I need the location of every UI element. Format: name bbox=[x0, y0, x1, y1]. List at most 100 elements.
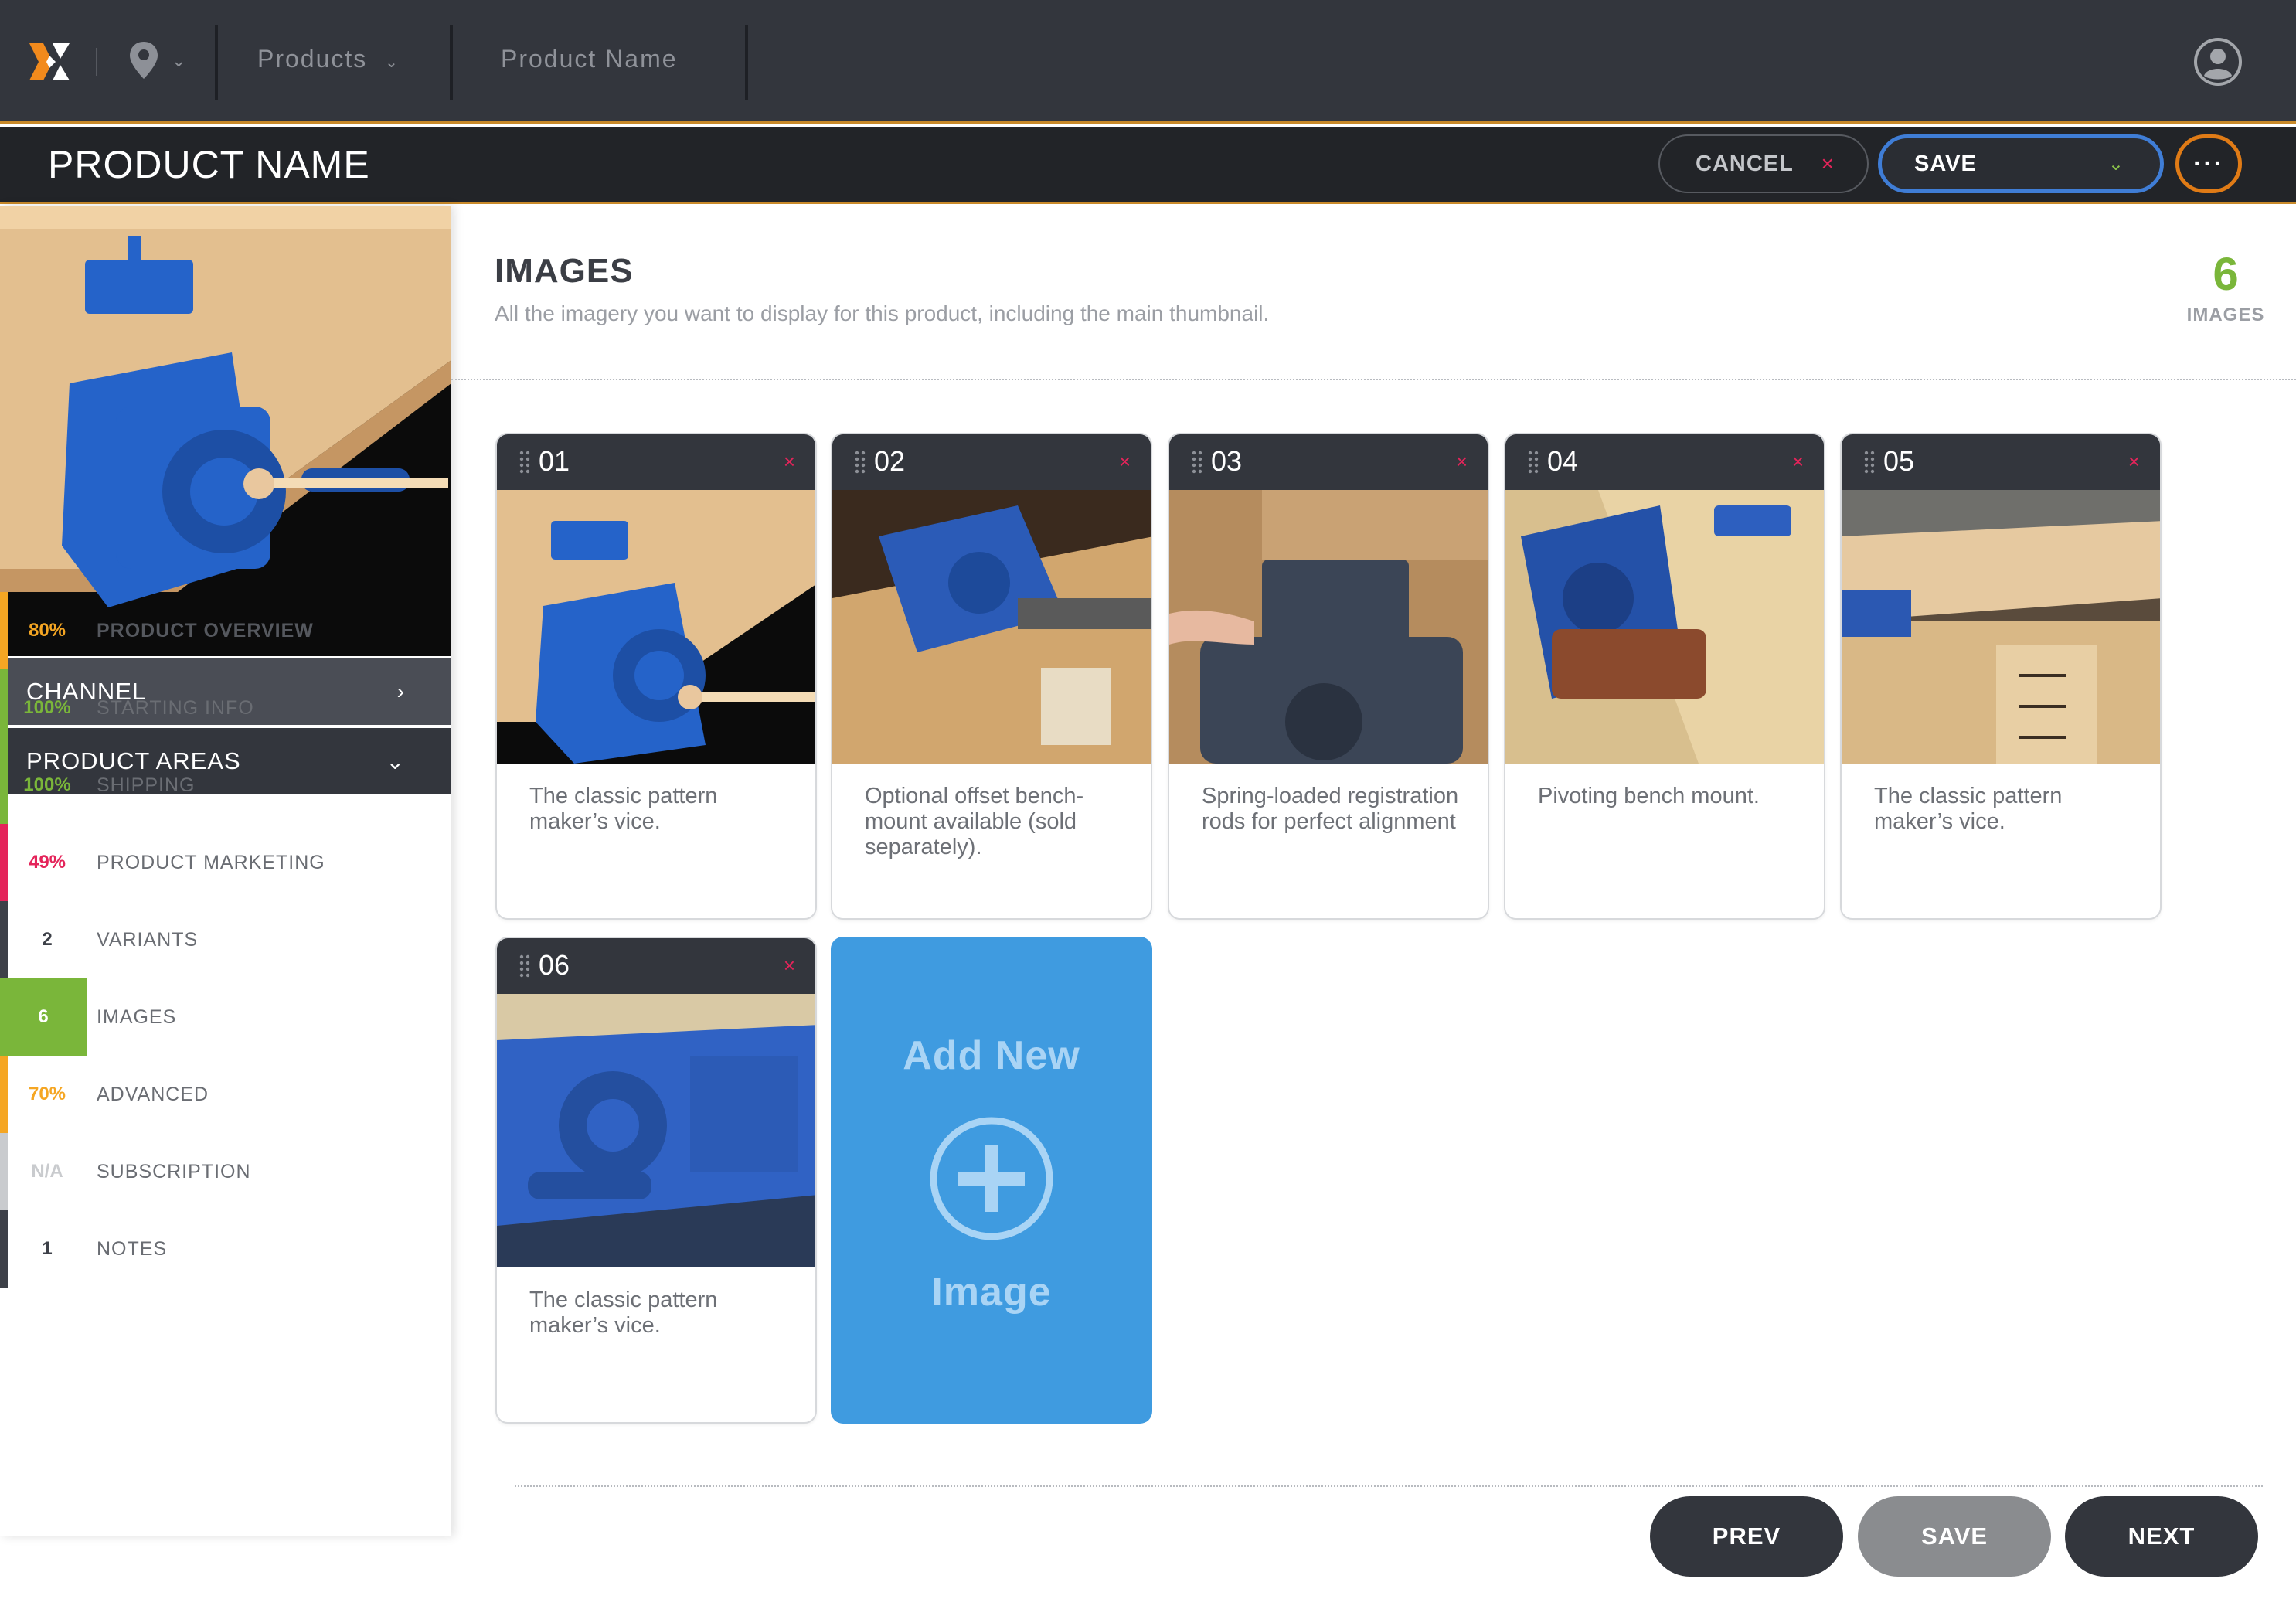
logo-separator bbox=[96, 48, 97, 76]
cancel-button[interactable]: CANCEL × bbox=[1658, 134, 1869, 193]
image-card-header: 06 × bbox=[497, 938, 815, 994]
product-sidebar: CHANNEL › PRODUCT AREAS ⌄ 80% PRODUCT OVE… bbox=[0, 206, 451, 1536]
drag-handle-icon[interactable] bbox=[519, 954, 531, 978]
prev-button[interactable]: PREV bbox=[1650, 1496, 1843, 1577]
products-menu[interactable]: Products ⌄ bbox=[257, 45, 400, 73]
image-card[interactable]: 01 × The classic pattern maker’s vice. bbox=[495, 433, 817, 920]
save-button-label: SAVE bbox=[1914, 151, 1977, 176]
drag-handle-icon[interactable] bbox=[854, 450, 866, 475]
area-label: IMAGES bbox=[97, 1005, 177, 1028]
area-status-bar bbox=[0, 901, 8, 978]
remove-image-icon[interactable]: × bbox=[784, 954, 795, 978]
image-card[interactable]: 05 × The classic pattern maker’s vice. bbox=[1840, 433, 2162, 920]
user-account-icon[interactable] bbox=[2193, 37, 2243, 87]
product-area-item[interactable]: 100% SHIPPING bbox=[0, 747, 451, 824]
location-pin-icon[interactable] bbox=[128, 40, 159, 80]
drag-handle-icon[interactable] bbox=[519, 450, 531, 475]
remove-image-icon[interactable]: × bbox=[1119, 450, 1131, 474]
image-number: 01 bbox=[539, 445, 570, 477]
cancel-button-label: CANCEL bbox=[1696, 151, 1794, 176]
image-caption[interactable]: Optional offset bench-mount available (s… bbox=[865, 784, 1135, 860]
product-area-item[interactable]: 70% ADVANCED bbox=[0, 1056, 451, 1133]
add-new-image-card[interactable]: Add New Image bbox=[831, 937, 1152, 1424]
image-caption[interactable]: The classic pattern maker’s vice. bbox=[529, 784, 800, 835]
area-label: SUBSCRIPTION bbox=[97, 1160, 251, 1182]
area-label: NOTES bbox=[97, 1237, 168, 1260]
image-card-header: 02 × bbox=[832, 434, 1151, 490]
image-thumbnail[interactable] bbox=[1505, 490, 1824, 764]
image-card-header: 05 × bbox=[1842, 434, 2160, 490]
product-area-item[interactable]: 6 IMAGES bbox=[0, 978, 451, 1056]
image-thumbnail[interactable] bbox=[832, 490, 1151, 764]
image-count-label: IMAGES bbox=[2186, 305, 2265, 325]
area-progress-value: N/A bbox=[31, 1161, 63, 1182]
save-dropdown-button[interactable]: SAVE ⌄ bbox=[1878, 134, 2164, 193]
area-status-bar bbox=[0, 1210, 8, 1288]
section-title: IMAGES bbox=[495, 252, 634, 290]
remove-image-icon[interactable]: × bbox=[1792, 450, 1804, 474]
area-progress-value: 100% bbox=[23, 697, 71, 718]
brand-logo[interactable] bbox=[26, 40, 73, 83]
nav-divider bbox=[450, 25, 453, 100]
image-number: 02 bbox=[874, 445, 906, 477]
image-card-header: 04 × bbox=[1505, 434, 1824, 490]
section-description: All the imagery you want to display for … bbox=[495, 301, 1270, 325]
product-area-item[interactable]: 100% STARTING INFO bbox=[0, 669, 451, 747]
image-card-header: 01 × bbox=[497, 434, 815, 490]
image-caption[interactable]: The classic pattern maker’s vice. bbox=[529, 1288, 800, 1339]
image-card[interactable]: 02 × Optional offset bench-mount available… bbox=[831, 433, 1152, 920]
area-status-bar bbox=[0, 669, 8, 747]
area-progress-value: 70% bbox=[28, 1084, 66, 1104]
area-label: VARIANTS bbox=[97, 928, 199, 951]
add-image-label: Image bbox=[931, 1270, 1052, 1315]
area-progress-value: 100% bbox=[23, 774, 71, 795]
image-thumbnail[interactable] bbox=[497, 994, 815, 1267]
area-progress-value: 49% bbox=[28, 852, 66, 873]
remove-image-icon[interactable]: × bbox=[1456, 450, 1468, 474]
chevron-down-icon[interactable]: ⌄ bbox=[172, 51, 185, 71]
products-menu-label: Products bbox=[257, 45, 368, 73]
image-caption[interactable]: Pivoting bench mount. bbox=[1538, 784, 1808, 809]
drag-handle-icon[interactable] bbox=[1863, 450, 1876, 475]
remove-image-icon[interactable]: × bbox=[784, 450, 795, 474]
area-label: ADVANCED bbox=[97, 1083, 209, 1105]
image-caption[interactable]: The classic pattern maker’s vice. bbox=[1874, 784, 2145, 835]
page-header: PRODUCT NAME CANCEL × SAVE ⌄ ··· bbox=[0, 127, 2296, 204]
nav-divider bbox=[215, 25, 218, 100]
product-area-item[interactable]: 2 VARIANTS bbox=[0, 901, 451, 978]
remove-image-icon[interactable]: × bbox=[2128, 450, 2140, 474]
image-card[interactable]: 04 × Pivoting bench mount. bbox=[1504, 433, 1825, 920]
area-label: SHIPPING bbox=[97, 774, 196, 796]
area-progress-value: 1 bbox=[42, 1238, 53, 1259]
add-circle-icon bbox=[930, 1117, 1053, 1240]
image-count: 6 bbox=[2213, 248, 2239, 300]
next-button[interactable]: NEXT bbox=[2065, 1496, 2258, 1577]
product-area-item[interactable]: 49% PRODUCT MARKETING bbox=[0, 824, 451, 901]
area-status-bar bbox=[0, 1133, 8, 1210]
top-navbar: ⌄ Products ⌄ Product Name bbox=[0, 0, 2296, 124]
more-options-button[interactable]: ··· bbox=[2175, 134, 2242, 193]
image-thumbnail[interactable] bbox=[1169, 490, 1488, 764]
footer-divider bbox=[515, 1485, 2263, 1487]
product-area-item[interactable]: 1 NOTES bbox=[0, 1210, 451, 1288]
area-progress-value: 2 bbox=[42, 929, 53, 950]
image-thumbnail[interactable] bbox=[1842, 490, 2160, 764]
image-number: 05 bbox=[1883, 445, 1915, 477]
image-caption[interactable]: Spring-loaded registration rods for perf… bbox=[1202, 784, 1472, 835]
area-label: PRODUCT OVERVIEW bbox=[97, 619, 314, 641]
area-progress-value: 80% bbox=[28, 620, 66, 641]
section-divider bbox=[451, 379, 2296, 380]
breadcrumb-current[interactable]: Product Name bbox=[501, 45, 678, 73]
drag-handle-icon[interactable] bbox=[1527, 450, 1539, 475]
area-status-bar bbox=[0, 824, 8, 901]
image-thumbnail[interactable] bbox=[497, 490, 815, 764]
product-area-item[interactable]: 80% PRODUCT OVERVIEW bbox=[0, 592, 451, 669]
area-status-bar bbox=[0, 1056, 8, 1133]
footer-save-button[interactable]: SAVE bbox=[1858, 1496, 2051, 1577]
image-card[interactable]: 06 × The classic pattern maker’s vice. bbox=[495, 937, 817, 1424]
image-card[interactable]: 03 × Spring-loaded registration rods for p… bbox=[1168, 433, 1489, 920]
drag-handle-icon[interactable] bbox=[1191, 450, 1203, 475]
area-label: STARTING INFO bbox=[97, 696, 254, 719]
product-area-item[interactable]: N/A SUBSCRIPTION bbox=[0, 1133, 451, 1210]
area-status-bar bbox=[0, 592, 8, 669]
